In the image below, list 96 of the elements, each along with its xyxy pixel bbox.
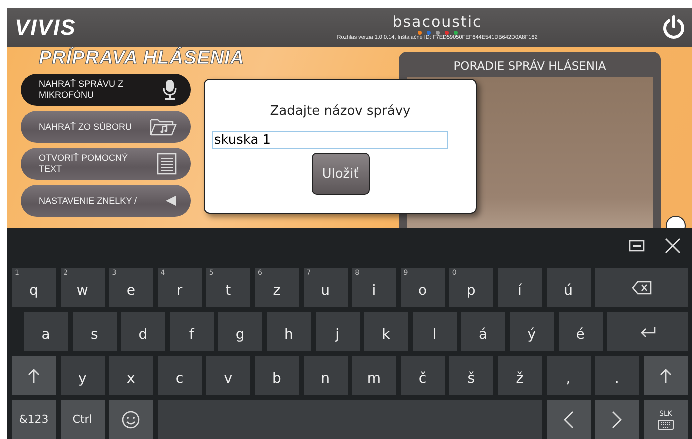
triangle-icon: [165, 195, 177, 207]
key-label: u: [321, 282, 330, 298]
keyboard-dock-icon: [629, 240, 645, 252]
key-label: k: [382, 326, 390, 342]
key-label: e: [126, 282, 136, 298]
key-label: ž: [516, 370, 524, 386]
key-label: ,: [566, 370, 571, 386]
microphone-icon: [163, 79, 177, 101]
up-arrow-icon: [28, 368, 40, 384]
key-label: ý: [528, 326, 536, 342]
function-key[interactable]: &123: [12, 400, 56, 439]
action-button[interactable]: NAHRAŤ ZO SÚBORU: [21, 111, 191, 143]
key-label: ú: [564, 282, 573, 298]
key[interactable]: ,: [546, 356, 591, 395]
backspace-icon: [632, 280, 652, 294]
key-label: b: [272, 370, 282, 386]
key[interactable]: j: [316, 312, 360, 351]
panel-title: PORADIE SPRÁV HLÁSENIA: [454, 58, 606, 75]
key[interactable]: é: [558, 312, 603, 351]
key-label: y: [78, 370, 87, 386]
chevron-right-icon: [612, 410, 622, 428]
key-label: á: [479, 326, 488, 342]
key[interactable]: ý: [510, 312, 554, 351]
key[interactable]: f: [170, 312, 214, 351]
dialog-title: Zadajte názov správy: [270, 104, 411, 119]
key-label: f: [189, 326, 194, 342]
music-folder-icon: [149, 117, 177, 137]
key-label: t: [226, 282, 232, 298]
key-label: i: [372, 282, 376, 298]
key-label: q: [30, 282, 38, 298]
logo: VIVIS: [15, 14, 78, 40]
key[interactable]: č: [400, 356, 445, 395]
smiley-icon: [122, 410, 140, 428]
key-label: x: [127, 370, 136, 386]
backspace-key[interactable]: [595, 268, 688, 307]
brand-name: bsacoustic: [392, 14, 482, 31]
key-label: v: [224, 370, 233, 386]
key[interactable]: m: [352, 356, 396, 395]
key[interactable]: v: [206, 356, 250, 395]
key[interactable]: ž: [498, 356, 542, 395]
key-label: o: [418, 282, 428, 298]
key-label: z: [273, 282, 281, 298]
key-label: g: [236, 326, 245, 342]
chevron-left-icon: [564, 410, 574, 428]
key[interactable]: b: [254, 356, 299, 395]
key-label: l: [432, 326, 437, 342]
key[interactable]: .: [595, 356, 640, 395]
function-key[interactable]: Ctrl: [60, 400, 105, 439]
enter-icon: [640, 326, 656, 338]
key[interactable]: h: [266, 312, 311, 351]
key-label: d: [138, 326, 148, 342]
key-label: r: [176, 282, 183, 298]
left-arrow-key[interactable]: [546, 400, 591, 439]
name-input-field[interactable]: skuska 1: [212, 131, 448, 149]
key[interactable]: a: [24, 312, 68, 351]
shift-key[interactable]: [644, 356, 688, 395]
key[interactable]: s: [72, 312, 117, 351]
keyboard-icon: [658, 420, 674, 430]
key[interactable]: l: [412, 312, 457, 351]
up-arrow-icon: [660, 368, 672, 384]
key-label: .: [614, 370, 620, 386]
document-icon: [157, 153, 177, 175]
key[interactable]: y: [60, 356, 105, 395]
key[interactable]: d: [121, 312, 166, 351]
shift-key[interactable]: [12, 356, 56, 395]
key-label: é: [576, 326, 585, 342]
key-label: n: [321, 370, 330, 386]
power-icon: [662, 14, 686, 40]
key[interactable]: c: [158, 356, 202, 395]
key[interactable]: ú: [546, 268, 591, 307]
key[interactable]: n: [304, 356, 348, 395]
key-label: h: [284, 326, 294, 342]
close-icon: [665, 238, 681, 254]
key[interactable]: k: [364, 312, 408, 351]
key-label: a: [42, 326, 50, 342]
save-button[interactable]: Uložiť: [312, 153, 370, 195]
action-button[interactable]: OTVORIŤ POMOCNÝ TEXT: [21, 148, 191, 180]
key[interactable]: x: [109, 356, 154, 395]
key[interactable]: á: [461, 312, 506, 351]
key-label: j: [336, 326, 340, 342]
action-button[interactable]: NASTAVENIE ZNELKY /: [21, 185, 191, 217]
key-label: c: [176, 370, 184, 386]
key-label: š: [468, 370, 475, 386]
section-title: PRÍPRAVA HLÁSENIA: [38, 47, 246, 71]
key[interactable]: í: [498, 268, 542, 307]
key-label: s: [90, 326, 98, 342]
key-label: m: [367, 370, 381, 386]
action-button[interactable]: NAHRAŤ SPRÁVU Z MIKROFÓNU: [21, 74, 191, 106]
emoji-key[interactable]: [109, 400, 154, 439]
key[interactable]: š: [449, 356, 494, 395]
key-label: w: [76, 282, 88, 298]
key[interactable]: g: [218, 312, 262, 351]
key-label: č: [418, 370, 427, 386]
key-label: í: [518, 282, 522, 298]
key-label: p: [466, 282, 476, 298]
right-arrow-key[interactable]: [595, 400, 640, 439]
